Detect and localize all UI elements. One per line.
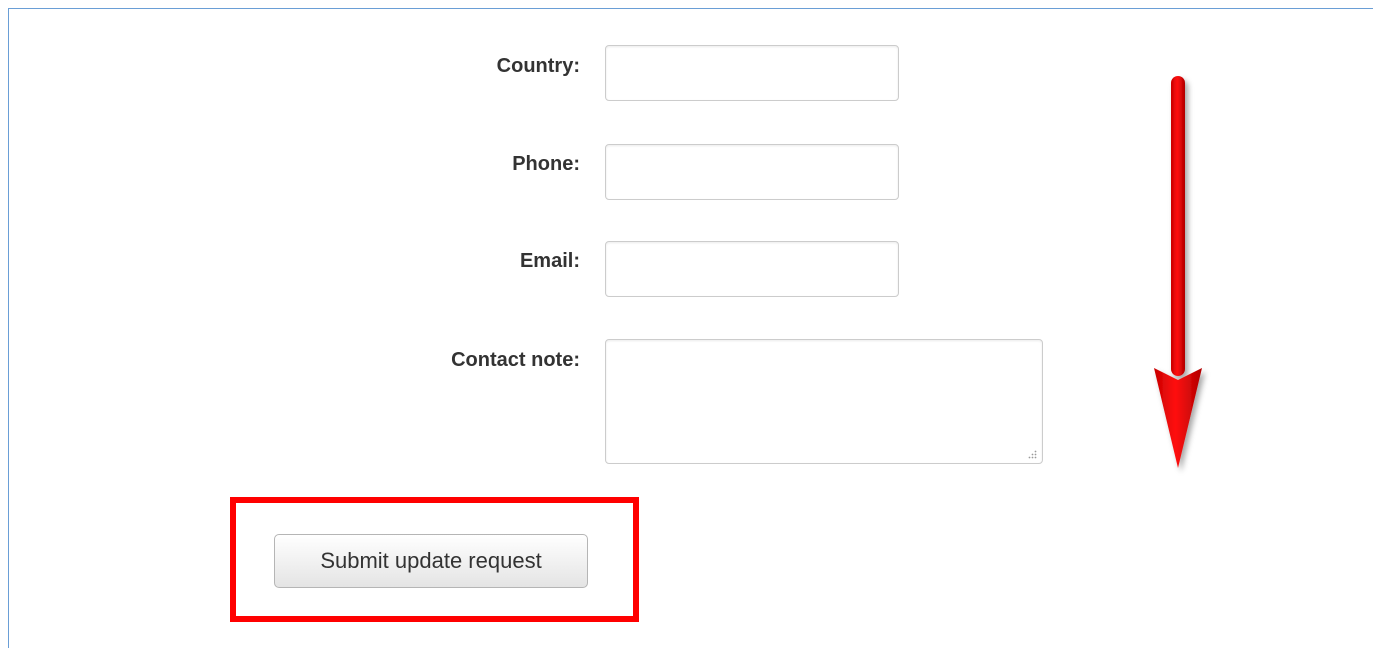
submit-update-request-button[interactable]: Submit update request [274,534,588,588]
down-arrow-icon [1154,76,1202,468]
email-input[interactable] [605,241,899,297]
contact-note-label: Contact note: [451,349,580,371]
country-input[interactable] [605,45,899,101]
email-label: Email: [519,250,580,272]
phone-label: Phone: [512,153,580,175]
country-label: Country: [496,55,580,77]
resize-grip-icon[interactable] [1027,449,1037,459]
contact-note-textarea[interactable] [605,339,1043,464]
phone-input[interactable] [605,144,899,200]
